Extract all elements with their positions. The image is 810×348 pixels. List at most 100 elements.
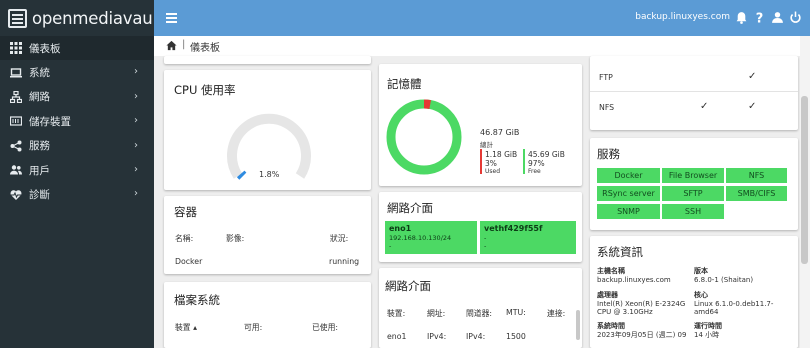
- column-header-device[interactable]: 裝置 ▴: [175, 322, 197, 333]
- interface-tile-veth[interactable]: vethf429f55f - -: [480, 221, 576, 254]
- info-value: Linux 6.1.0-0.deb11.7-amd64: [694, 299, 774, 317]
- network-interfaces-table-card: 網路介面 裝置: 網址: 閘道器: MTU: 連接: eno1 IPv4: IP…: [379, 268, 582, 348]
- column-header-available[interactable]: 可用:: [244, 322, 262, 333]
- sidebar-item-dashboard[interactable]: 儀表板: [0, 36, 154, 61]
- chevron-right-icon: ›: [134, 188, 138, 200]
- sidebar-item-network[interactable]: 網路 ›: [0, 85, 154, 109]
- sidebar-item-services[interactable]: 服務 ›: [0, 134, 154, 158]
- column-header-mtu[interactable]: MTU:: [506, 308, 526, 317]
- breadcrumb-current: 儀表板: [190, 43, 220, 54]
- help-icon[interactable]: ?: [753, 11, 766, 24]
- column-header-status[interactable]: 狀況:: [330, 233, 348, 244]
- scrollbar-thumb[interactable]: [801, 96, 808, 264]
- card-title: CPU 使用率: [174, 83, 236, 97]
- logo-icon: [8, 8, 27, 28]
- info-hostname: 主機名稱 backup.linuxyes.com: [597, 267, 692, 284]
- sidebar: openmediavault 儀表板 系統 › 網路 › 儲存裝置 › 服務 ›: [0, 0, 163, 348]
- table-cell-device: eno1: [387, 332, 407, 341]
- column-header-name[interactable]: 名稱:: [175, 233, 193, 244]
- app-name: openmediavault: [32, 8, 164, 28]
- info-label: 版本: [694, 267, 708, 275]
- memory-total-label: 總計: [480, 141, 493, 149]
- services-card: 服務 Docker File Browser NFS RSync server …: [590, 138, 798, 230]
- card-title: 服務: [597, 147, 620, 161]
- memory-free-label: Free: [528, 168, 541, 175]
- sidebar-item-label: 服務: [29, 140, 50, 153]
- sidebar-item-label: 儲存裝置: [29, 115, 71, 128]
- check-icon: ✓: [748, 101, 757, 112]
- column-header-link[interactable]: 連接:: [547, 308, 565, 319]
- interface-ip: -: [484, 234, 487, 242]
- row-divider: [590, 91, 798, 92]
- laptop-icon: [10, 67, 22, 78]
- service-tile[interactable]: Docker: [597, 168, 660, 183]
- chevron-right-icon: ›: [134, 139, 138, 151]
- table-cell-address: IPv4:: [427, 332, 447, 341]
- notifications-bell-icon[interactable]: [735, 11, 748, 24]
- info-value: backup.linuxyes.com: [597, 275, 671, 284]
- column-header-image[interactable]: 影像:: [226, 233, 244, 244]
- user-icon[interactable]: [771, 11, 784, 24]
- sidebar-item-storage[interactable]: 儲存裝置 ›: [0, 109, 154, 133]
- info-label: 處理器: [597, 291, 618, 299]
- card-title: 網路介面: [385, 279, 431, 293]
- table-scrollbar[interactable]: [576, 310, 580, 340]
- interface-name: vethf429f55f: [484, 224, 543, 233]
- app-logo[interactable]: openmediavault: [8, 6, 163, 30]
- sidebar-item-label: 網路: [29, 91, 50, 104]
- menu-toggle-icon[interactable]: [166, 13, 177, 23]
- network-icon: [10, 90, 22, 103]
- memory-used-label: Used: [485, 168, 501, 175]
- info-label: 系統時間: [597, 322, 625, 330]
- system-information-card: 系統資訊 主機名稱 backup.linuxyes.com 版本 6.8.0-1…: [590, 236, 798, 348]
- service-tile[interactable]: NFS: [726, 168, 787, 183]
- memory-free: 45.69 GiB: [528, 150, 565, 159]
- memory-used-percent: 3%: [485, 159, 497, 168]
- sidebar-item-system[interactable]: 系統 ›: [0, 60, 154, 84]
- interface-extra: -: [389, 242, 392, 250]
- card-title: 檔案系統: [174, 293, 220, 307]
- chevron-right-icon: ›: [134, 66, 138, 78]
- service-tile[interactable]: SSH: [662, 204, 724, 219]
- service-tile[interactable]: SMB/CIFS: [726, 186, 787, 201]
- interface-extra: -: [484, 242, 487, 250]
- card-title: 容器: [174, 205, 197, 219]
- svg-text:?: ?: [756, 11, 764, 24]
- container-status: running: [329, 257, 360, 266]
- breadcrumb-separator: |: [182, 39, 186, 50]
- check-icon: ✓: [748, 71, 757, 82]
- power-icon[interactable]: [789, 11, 802, 24]
- info-processor: 處理器 Intel(R) Xeon(R) E-2324G CPU @ 3.10G…: [597, 291, 692, 317]
- info-uptime: 運行時間 14 小時: [694, 322, 794, 339]
- info-kernel: 核心 Linux 6.1.0-0.deb11.7-amd64: [694, 291, 794, 317]
- memory-used: 1.18 GiB: [485, 150, 518, 159]
- chevron-right-icon: ›: [134, 90, 138, 102]
- column-header-used[interactable]: 已使用:: [312, 322, 338, 333]
- sidebar-item-users[interactable]: 用戶 ›: [0, 158, 154, 182]
- card-title: 網路介面: [387, 201, 433, 215]
- column-header-device[interactable]: 裝置:: [387, 308, 405, 319]
- column-header-address[interactable]: 網址:: [427, 308, 445, 319]
- service-tile[interactable]: RSync server: [597, 186, 660, 201]
- card-top-partial: [164, 56, 371, 64]
- grid-icon: [10, 42, 22, 55]
- used-marker: [480, 149, 482, 174]
- service-tile[interactable]: SNMP: [597, 204, 660, 219]
- column-header-gateway[interactable]: 閘道器:: [466, 308, 492, 319]
- share-name: FTP: [599, 73, 613, 82]
- service-tile[interactable]: File Browser: [662, 168, 724, 183]
- card-title: 系統資訊: [597, 245, 643, 259]
- sidebar-item-label: 用戶: [29, 164, 50, 177]
- table-cell-mtu: 1500: [506, 332, 526, 341]
- check-icon: ✓: [700, 101, 709, 112]
- page-scrollbar[interactable]: [800, 36, 810, 348]
- sidebar-item-diagnostics[interactable]: 診斷 ›: [0, 182, 154, 206]
- service-tile[interactable]: SFTP: [662, 186, 724, 201]
- free-marker: [523, 149, 525, 174]
- info-value: 14 小時: [694, 330, 720, 339]
- sidebar-item-label: 診斷: [29, 189, 50, 202]
- interface-tile-eno1[interactable]: eno1 192.168.10.130/24 -: [385, 221, 477, 254]
- cpu-usage-card: CPU 使用率 1.8%: [164, 70, 371, 190]
- filesystems-card: 檔案系統 裝置 ▴ 可用: 已使用:: [164, 282, 371, 348]
- home-icon[interactable]: [166, 40, 177, 51]
